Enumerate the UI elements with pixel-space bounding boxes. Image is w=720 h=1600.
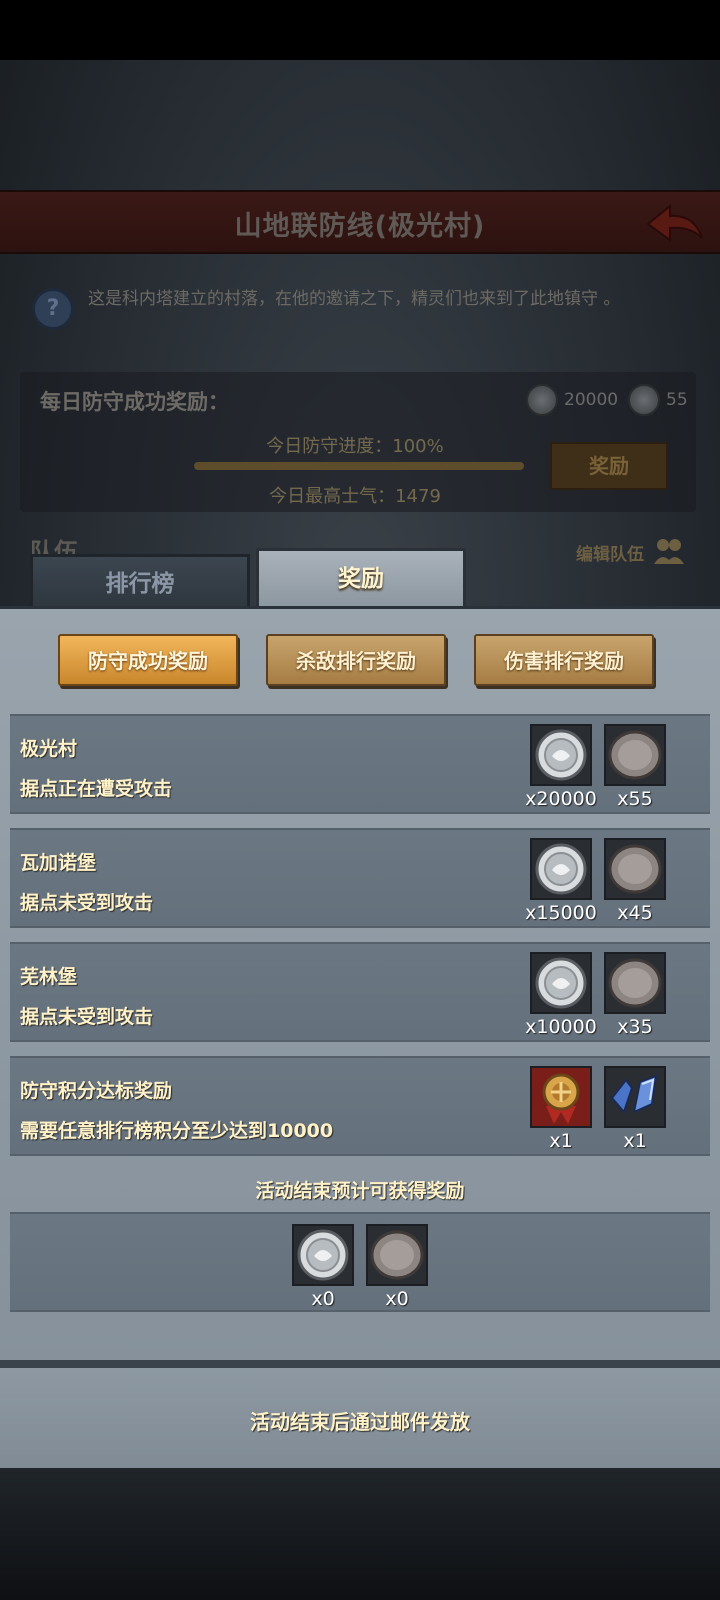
help-icon[interactable]: ? — [32, 288, 74, 330]
page-title: 山地联防线(极光村) — [234, 211, 486, 242]
item-count: x1 — [623, 1130, 647, 1152]
stone-coin-icon[interactable] — [604, 838, 666, 900]
daily-reward-label: 每日防守成功奖励： — [40, 390, 229, 414]
edit-team-button[interactable]: 编辑队伍 — [576, 540, 644, 565]
item-count: x1 — [549, 1130, 573, 1152]
row-title: 极光村 — [20, 738, 78, 760]
row-status: 需要任意排行榜积分至少达到10000 — [20, 1120, 334, 1142]
estimate-title: 活动结束预计可获得奖励 — [255, 1180, 465, 1202]
row-title: 瓦加诺堡 — [20, 852, 97, 874]
modal-divider — [0, 1360, 720, 1368]
item-count: x15000 — [525, 902, 597, 924]
item-count: x10000 — [525, 1016, 597, 1038]
status-bar-area — [0, 0, 720, 60]
daily-reward-button[interactable]: 奖励 — [550, 442, 668, 490]
item-count: x35 — [617, 1016, 653, 1038]
item-count: x0 — [385, 1288, 409, 1310]
row-status: 据点未受到攻击 — [20, 892, 154, 914]
row-status: 据点正在遭受攻击 — [20, 778, 173, 800]
daily-stone-amount: 55 — [666, 390, 688, 410]
stone-coin-icon — [628, 384, 660, 416]
row-status: 据点未受到攻击 — [20, 1006, 154, 1028]
stone-coin-icon[interactable] — [366, 1224, 428, 1286]
defense-progress-label: 今日防守进度：100% — [266, 436, 444, 457]
daily-silver-amount: 20000 — [564, 390, 619, 410]
silver-coin-icon — [526, 384, 558, 416]
item-count: x55 — [617, 788, 653, 810]
title-bar: 山地联防线(极光村) — [0, 190, 720, 254]
subtab-damage-ranking[interactable]: 伤害排行奖励 — [474, 634, 654, 686]
bottom-background — [0, 1468, 720, 1600]
team-icon[interactable] — [652, 536, 686, 566]
silver-coin-icon[interactable] — [292, 1224, 354, 1286]
subtab-kill-ranking[interactable]: 杀敌排行奖励 — [266, 634, 446, 686]
medal-icon[interactable] — [530, 1066, 592, 1128]
silver-coin-icon[interactable] — [530, 952, 592, 1014]
silver-coin-icon[interactable] — [530, 838, 592, 900]
subtab-defense-success[interactable]: 防守成功奖励 — [58, 634, 238, 686]
row-title: 芜林堡 — [20, 966, 78, 988]
defense-progress-bar — [194, 462, 524, 470]
mail-delivery-note: 活动结束后通过邮件发放 — [250, 1410, 470, 1434]
item-count: x45 — [617, 902, 653, 924]
item-count: x0 — [311, 1288, 335, 1310]
item-count: x20000 — [525, 788, 597, 810]
max-morale-label: 今日最高士气：1479 — [269, 486, 441, 507]
back-arrow-icon[interactable] — [642, 198, 706, 248]
tab-reward[interactable]: 奖励 — [256, 548, 466, 610]
blue-armor-icon[interactable] — [604, 1066, 666, 1128]
stone-coin-icon[interactable] — [604, 724, 666, 786]
stone-coin-icon[interactable] — [604, 952, 666, 1014]
silver-coin-icon[interactable] — [530, 724, 592, 786]
tab-ranking[interactable]: 排行榜 — [30, 554, 250, 608]
row-title: 防守积分达标奖励 — [20, 1080, 173, 1102]
intro-text: 这是科内塔建立的村落，在他的邀请之下，精灵们也来到了此地镇守 。 — [88, 289, 621, 309]
